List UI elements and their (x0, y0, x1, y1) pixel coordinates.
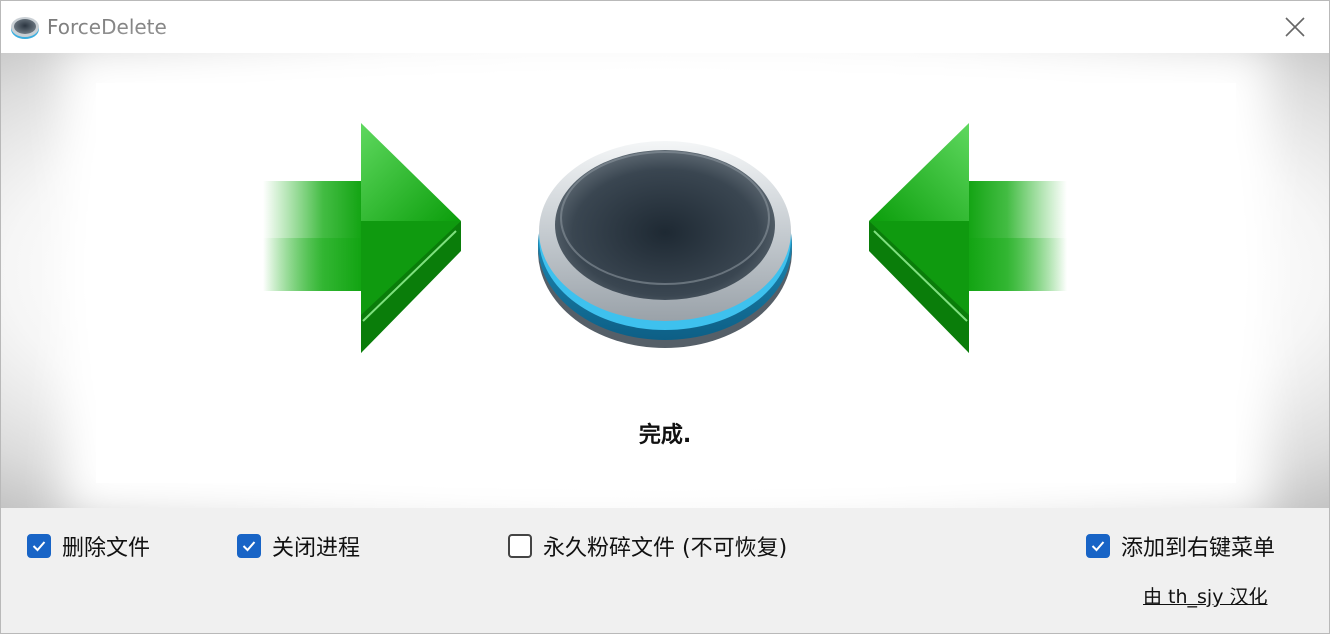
delete-files-checkbox[interactable]: 删除文件 (27, 531, 150, 561)
checkmark-icon (242, 541, 256, 552)
context-menu-label: 添加到右键菜单 (1121, 536, 1276, 561)
close-processes-checkbox[interactable]: 关闭进程 (237, 531, 360, 561)
checkbox-unchecked[interactable] (508, 534, 532, 558)
title-bar[interactable]: ForceDelete (1, 1, 1329, 53)
options-panel: 删除文件 关闭进程 永久粉碎文件 (不可恢复) 添加到右键菜单 由 th_sjy… (1, 508, 1329, 633)
arrow-right-icon (263, 123, 461, 353)
checkbox-checked[interactable] (1086, 534, 1110, 558)
force-delete-window: ForceDelete 完成. 删除文件 关闭进程 永久粉碎文件 (不可恢复) … (0, 0, 1330, 634)
delete-files-label: 删除文件 (62, 536, 151, 561)
app-icon (11, 17, 39, 39)
permanent-shred-label: 永久粉碎文件 (不可恢复) (543, 536, 788, 561)
checkbox-checked[interactable] (237, 534, 261, 558)
credit-link[interactable]: 由 th_sjy 汉化 (1143, 582, 1268, 609)
arrow-left-icon (869, 123, 1067, 353)
checkmark-icon (1091, 541, 1105, 552)
close-processes-label: 关闭进程 (272, 536, 361, 561)
checkbox-checked[interactable] (27, 534, 51, 558)
window-title: ForceDelete (47, 15, 167, 39)
close-button[interactable] (1261, 1, 1329, 53)
context-menu-checkbox[interactable]: 添加到右键菜单 (1086, 531, 1275, 561)
close-icon (1285, 17, 1305, 37)
permanent-shred-checkbox[interactable]: 永久粉碎文件 (不可恢复) (508, 531, 787, 561)
checkmark-icon (32, 541, 46, 552)
hole-icon (538, 141, 792, 348)
status-text: 完成. (638, 423, 692, 448)
